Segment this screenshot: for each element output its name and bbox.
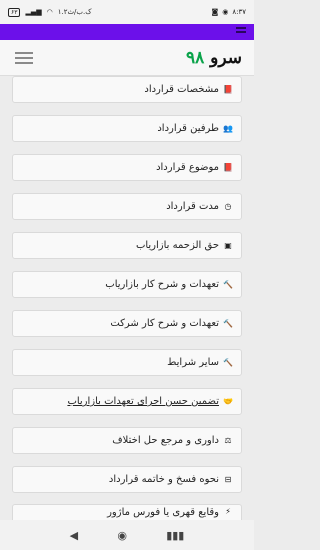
users-icon: 👥	[223, 124, 233, 133]
app-icon: ◉	[222, 8, 229, 16]
section-label: حق الزحمه بازاریاب	[135, 240, 219, 251]
signal-icon: ▂▄▆	[25, 8, 42, 16]
section-label: تعهدات و شرح کار بازاریاب	[105, 279, 219, 290]
home-icon[interactable]: ◉	[117, 529, 127, 542]
section-other-terms[interactable]: 🔨 سایر شرایط	[12, 349, 242, 376]
section-marketer-duties[interactable]: 🔨 تعهدات و شرح کار بازاریاب	[12, 271, 242, 298]
clock-icon: ◷	[224, 202, 232, 211]
section-label: موضوع قرارداد	[156, 162, 219, 173]
app-header: سرو ۹۸	[0, 40, 254, 76]
status-right: ◙ ◉ ۸:۳۷	[211, 8, 246, 16]
clock-time: ۸:۳۷	[232, 8, 246, 16]
brand-name: سرو	[210, 48, 242, 68]
gavel-icon: 🔨	[223, 280, 233, 289]
section-arbitration[interactable]: ⚖ داوری و مرجع حل اختلاف	[12, 427, 242, 454]
section-parties[interactable]: 👥 طرفین قرارداد	[12, 115, 242, 142]
section-marketer-fee[interactable]: ▣ حق الزحمه بازاریاب	[12, 232, 242, 259]
section-label: طرفین قرارداد	[157, 123, 219, 134]
money-icon: ▣	[224, 241, 232, 250]
book-icon: 📕	[223, 163, 233, 172]
recents-icon[interactable]: ▮▮▮	[166, 529, 184, 542]
section-duration[interactable]: ◷ مدت قرارداد	[12, 193, 242, 220]
section-subject[interactable]: 📕 موضوع قرارداد	[12, 154, 242, 181]
data-rate: ۱.۲ک.ب/ث	[57, 8, 92, 16]
minus-square-icon: ⊟	[224, 475, 232, 484]
section-company-duties[interactable]: 🔨 تعهدات و شرح کار شرکت	[12, 310, 242, 337]
section-termination[interactable]: ⊟ نحوه فسخ و خاتمه قرارداد	[12, 466, 242, 493]
section-label: سایر شرایط	[167, 357, 219, 368]
system-nav-bar: ◀ ◉ ▮▮▮	[0, 520, 254, 550]
handshake-icon: 🤝	[223, 397, 233, 406]
gavel-icon: 🔨	[223, 319, 233, 328]
gavel-icon: 🔨	[223, 358, 233, 367]
section-label: داوری و مرجع حل اختلاف	[112, 435, 219, 446]
bolt-icon: ⚡	[225, 507, 231, 516]
section-label: تضمین حسن اجرای تعهدات بازاریاب	[67, 396, 219, 407]
section-performance-guarantee[interactable]: 🤝 تضمین حسن اجرای تعهدات بازاریاب	[12, 388, 242, 415]
section-contract-specs[interactable]: 📕 مشخصات قرارداد	[12, 76, 242, 103]
back-icon[interactable]: ◀	[70, 529, 78, 542]
section-label: تعهدات و شرح کار شرکت	[110, 318, 219, 329]
battery-indicator: ۶۳	[8, 7, 21, 17]
menu-icon[interactable]	[236, 27, 246, 36]
book-icon: 📕	[223, 85, 233, 94]
status-left: ۶۳ ▂▄▆ ◠ ۱.۲ک.ب/ث	[8, 7, 92, 17]
brand-number: ۹۸	[185, 48, 205, 68]
notification-icon: ◙	[211, 8, 219, 16]
section-label: نحوه فسخ و خاتمه قرارداد	[108, 474, 219, 485]
brand-logo[interactable]: سرو ۹۸	[186, 48, 242, 68]
toolbar-strip	[0, 24, 254, 40]
section-label: وقایع قهری یا فورس ماژور	[107, 507, 219, 518]
section-label: مشخصات قرارداد	[144, 84, 219, 95]
status-bar: ۶۳ ▂▄▆ ◠ ۱.۲ک.ب/ث ◙ ◉ ۸:۳۷	[0, 0, 254, 24]
section-label: مدت قرارداد	[166, 201, 219, 212]
scale-icon: ⚖	[224, 436, 232, 445]
wifi-icon: ◠	[46, 8, 53, 16]
hamburger-menu-icon[interactable]	[12, 50, 36, 66]
